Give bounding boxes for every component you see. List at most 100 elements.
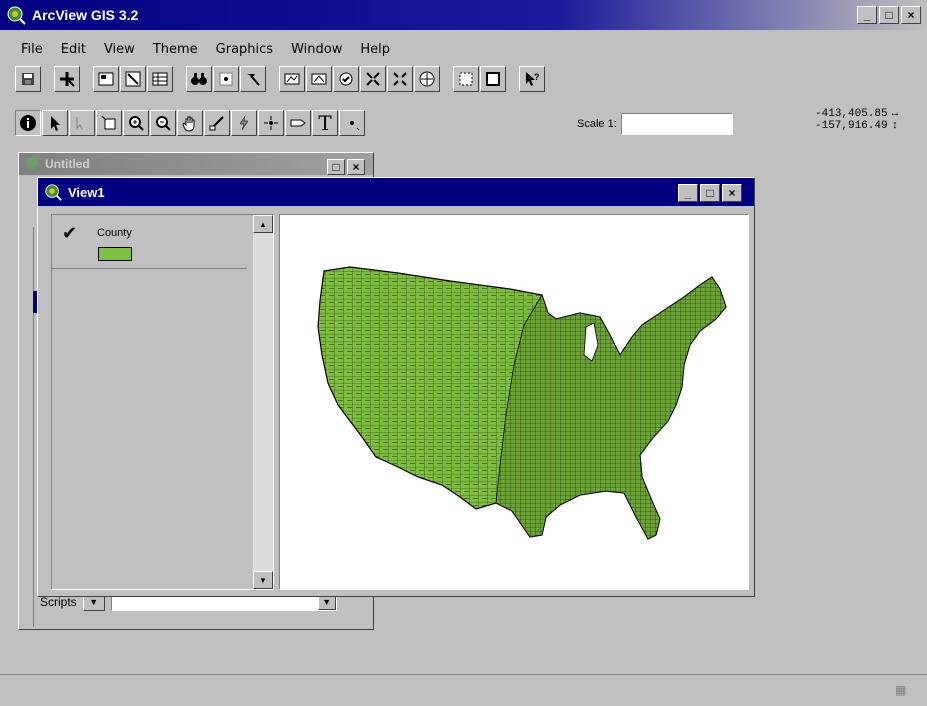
identify-icon xyxy=(20,115,36,131)
zoom-active-theme-icon xyxy=(311,73,327,85)
text-tool[interactable]: T xyxy=(312,110,338,136)
menu-graphics[interactable]: Graphics xyxy=(207,42,282,57)
vertex-edit-tool[interactable] xyxy=(69,110,95,136)
zoom-out-icon xyxy=(156,116,171,131)
pointer-tool[interactable] xyxy=(42,110,68,136)
app-title: ArcView GIS 3.2 xyxy=(32,7,139,23)
zoom-in-tool[interactable] xyxy=(123,110,149,136)
us-county-map xyxy=(317,266,727,540)
maximize-button[interactable]: □ xyxy=(879,6,899,24)
pan-tool[interactable] xyxy=(177,110,203,136)
project-window-titlebar[interactable]: Untitled xyxy=(19,153,373,175)
edit-legend-icon xyxy=(125,71,141,87)
view-minimize-button[interactable]: _ xyxy=(678,184,698,202)
select-feature-tool[interactable] xyxy=(96,110,122,136)
project-close-button[interactable]: × xyxy=(347,159,365,175)
view-title: View1 xyxy=(68,184,105,200)
zoom-out-fixed-button[interactable] xyxy=(387,66,413,92)
zoom-in-icon xyxy=(129,116,144,131)
binoculars-icon xyxy=(191,73,207,85)
hotlink-tool[interactable] xyxy=(231,110,257,136)
view-titlebar[interactable]: View1 xyxy=(38,178,754,206)
scroll-down-button[interactable]: ▼ xyxy=(253,571,273,589)
theme-legend-swatch xyxy=(98,247,132,261)
locate-address-button[interactable] xyxy=(213,66,239,92)
open-table-button[interactable] xyxy=(147,66,173,92)
zoom-selected-icon xyxy=(339,72,353,86)
select-features-icon xyxy=(459,72,473,86)
arcview-globe-icon xyxy=(7,6,26,25)
theme-visible-checkbox[interactable]: ✔ xyxy=(62,223,77,244)
save-icon xyxy=(22,73,34,85)
table-of-contents: ✔ County ▲ ▼ xyxy=(51,214,274,590)
area-of-interest-tool[interactable] xyxy=(258,110,284,136)
zoom-active-theme-button[interactable] xyxy=(306,66,332,92)
theme-entry-county[interactable]: ✔ County xyxy=(52,215,247,269)
x-coordinate: -413,405.85 xyxy=(815,108,888,120)
text-tool-glyph: T xyxy=(318,111,332,135)
edit-legend-button[interactable] xyxy=(120,66,146,92)
select-features-button[interactable] xyxy=(453,66,479,92)
scripts-label: Scripts xyxy=(40,595,77,609)
vertex-edit-icon xyxy=(76,117,83,130)
zoom-full-extent-button[interactable] xyxy=(279,66,305,92)
theme-name: County xyxy=(97,227,132,239)
menu-help[interactable]: Help xyxy=(351,42,399,57)
project-window-title: Untitled xyxy=(45,157,90,171)
coordinate-readout: -413,405.85 ↔ -157,916.49 ↕ xyxy=(815,108,898,132)
menu-window[interactable]: Window xyxy=(282,42,351,57)
clear-selection-icon xyxy=(486,72,500,86)
scroll-up-button[interactable]: ▲ xyxy=(253,215,273,233)
table-icon xyxy=(152,72,168,86)
zoom-full-extent-icon xyxy=(284,73,300,85)
add-theme-icon xyxy=(60,72,75,87)
query-builder-button[interactable] xyxy=(240,66,266,92)
add-theme-button[interactable] xyxy=(54,66,80,92)
clear-selection-button[interactable] xyxy=(480,66,506,92)
zoom-out-tool[interactable] xyxy=(150,110,176,136)
draw-point-tool[interactable] xyxy=(339,110,365,136)
expand-arrows-icon xyxy=(366,72,380,86)
vertical-arrows-icon: ↕ xyxy=(891,120,899,132)
find-button[interactable] xyxy=(186,66,212,92)
close-button[interactable]: × xyxy=(901,6,921,24)
label-tool[interactable] xyxy=(285,110,311,136)
zoom-in-fixed-button[interactable] xyxy=(360,66,386,92)
project-maximize-button[interactable]: □ xyxy=(327,159,345,175)
map-display[interactable] xyxy=(279,214,749,590)
menu-file[interactable]: File xyxy=(12,42,52,57)
resize-grip-icon[interactable]: ▦ xyxy=(895,683,909,697)
view-maximize-button[interactable]: □ xyxy=(700,184,720,202)
button-bar: ? xyxy=(15,66,546,92)
area-of-interest-icon xyxy=(264,116,278,130)
save-button[interactable] xyxy=(15,66,41,92)
help-pointer-icon: ? xyxy=(526,72,540,86)
zoom-selected-button[interactable] xyxy=(333,66,359,92)
identify-tool[interactable] xyxy=(15,110,41,136)
scale-label: Scale 1: xyxy=(577,118,617,130)
draw-point-icon xyxy=(350,121,360,131)
project-globe-icon xyxy=(26,157,38,169)
menu-view[interactable]: View xyxy=(95,42,144,57)
menu-edit[interactable]: Edit xyxy=(52,42,95,57)
scale-input[interactable] xyxy=(620,113,733,135)
toc-scrollbar[interactable]: ▲ ▼ xyxy=(253,215,273,589)
svg-text:?: ? xyxy=(534,72,540,82)
help-button[interactable]: ? xyxy=(519,66,545,92)
status-bar: ▦ xyxy=(0,674,927,706)
menu-theme[interactable]: Theme xyxy=(144,42,207,57)
collapse-arrows-icon xyxy=(393,72,407,86)
view-window[interactable]: View1 _ □ × ✔ County ▲ ▼ xyxy=(37,177,755,597)
measure-icon xyxy=(209,116,224,131)
app-titlebar: ArcView GIS 3.2 _ □ × xyxy=(0,0,927,30)
view-globe-icon xyxy=(45,184,62,201)
view-close-button[interactable]: × xyxy=(722,184,742,202)
minimize-button[interactable]: _ xyxy=(857,6,877,24)
measure-tool[interactable] xyxy=(204,110,230,136)
locate-icon xyxy=(219,72,233,86)
theme-properties-button[interactable] xyxy=(93,66,119,92)
select-feature-icon xyxy=(101,115,116,130)
menu-bar: File Edit View Theme Graphics Window Hel… xyxy=(0,38,927,60)
zoom-previous-button[interactable] xyxy=(414,66,440,92)
horizontal-arrows-icon: ↔ xyxy=(891,108,899,120)
